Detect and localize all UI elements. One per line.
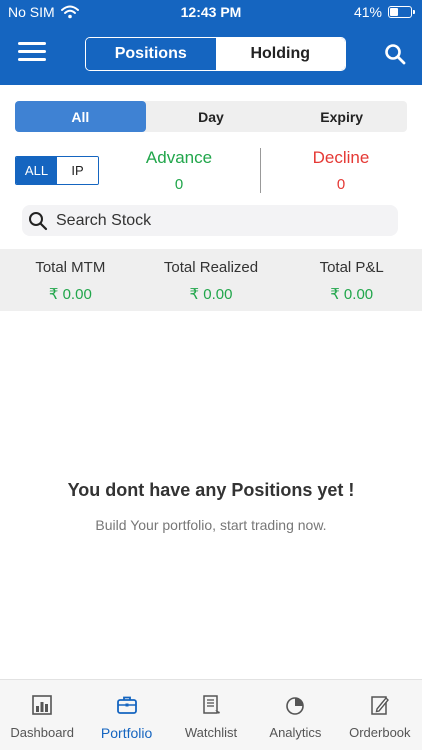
search-stock-icon — [29, 211, 48, 230]
pie-chart-icon — [286, 697, 305, 715]
tab-positions[interactable]: Positions — [86, 38, 216, 70]
total-pnl-label: Total P&L — [319, 259, 384, 276]
nav-analytics-label: Analytics — [269, 725, 322, 740]
nav-orderbook[interactable]: Orderbook — [338, 680, 422, 750]
advance-stat: Advance 0 — [119, 148, 239, 193]
nav-orderbook-label: Orderbook — [349, 725, 411, 740]
period-filter-segment: All Day Expiry — [15, 101, 407, 132]
top-app-bar: No SIM 12:43 PM 41% Positions Holding — [0, 0, 422, 85]
nav-dashboard-label: Dashboard — [10, 725, 74, 740]
bottom-navigation: Dashboard Portfolio Watchlist Analytics — [0, 679, 422, 750]
decline-stat: Decline 0 — [281, 148, 401, 193]
status-right: 41% — [353, 4, 415, 20]
all-ip-toggle: ALL IP — [15, 156, 99, 185]
status-bar: No SIM 12:43 PM 41% — [0, 0, 422, 24]
totals-bar: Total MTM ₹ 0.00 Total Realized ₹ 0.00 T… — [0, 249, 422, 311]
battery-icon — [388, 6, 415, 18]
positions-holding-segment: Positions Holding — [85, 37, 346, 71]
nav-dashboard[interactable]: Dashboard — [0, 680, 84, 750]
decline-label: Decline — [312, 148, 370, 167]
tab-holding[interactable]: Holding — [215, 38, 345, 70]
toggle-ip[interactable]: IP — [57, 157, 98, 184]
filter-expiry[interactable]: Expiry — [276, 101, 407, 132]
nav-watchlist-label: Watchlist — [184, 725, 238, 740]
advance-label: Advance — [145, 148, 213, 167]
search-icon[interactable] — [384, 43, 406, 65]
list-icon — [203, 695, 221, 714]
briefcase-icon — [116, 696, 137, 714]
empty-state-subtitle: Build Your portfolio, start trading now. — [95, 517, 327, 533]
nav-watchlist[interactable]: Watchlist — [169, 680, 253, 750]
search-stock-input[interactable] — [56, 211, 376, 230]
total-realized-label: Total Realized — [163, 259, 259, 276]
nav-analytics[interactable]: Analytics — [253, 680, 337, 750]
hamburger-menu-icon[interactable] — [18, 42, 46, 64]
decline-value: 0 — [336, 176, 346, 193]
total-realized-value: ₹ 0.00 — [189, 286, 233, 303]
total-mtm-label: Total MTM — [35, 259, 106, 276]
bar-chart-icon — [32, 695, 53, 715]
battery-percent: 41% — [353, 4, 382, 20]
filter-all[interactable]: All — [15, 101, 146, 132]
total-mtm: Total MTM ₹ 0.00 — [0, 249, 141, 311]
total-pnl-value: ₹ 0.00 — [330, 286, 374, 303]
toggle-all[interactable]: ALL — [16, 157, 57, 184]
total-realized: Total Realized ₹ 0.00 — [141, 249, 282, 311]
filter-day[interactable]: Day — [146, 101, 277, 132]
notebook-edit-icon — [371, 696, 389, 715]
battery-level-fill — [390, 8, 398, 16]
stat-divider — [260, 148, 261, 193]
search-stock-box — [22, 205, 398, 236]
nav-portfolio[interactable]: Portfolio — [84, 680, 168, 750]
empty-state: You dont have any Positions yet ! Build … — [0, 480, 422, 533]
total-pnl: Total P&L ₹ 0.00 — [281, 249, 422, 311]
empty-state-title: You dont have any Positions yet ! — [67, 480, 355, 500]
total-mtm-value: ₹ 0.00 — [48, 286, 92, 303]
advance-value: 0 — [174, 176, 184, 193]
nav-portfolio-label: Portfolio — [100, 725, 153, 741]
